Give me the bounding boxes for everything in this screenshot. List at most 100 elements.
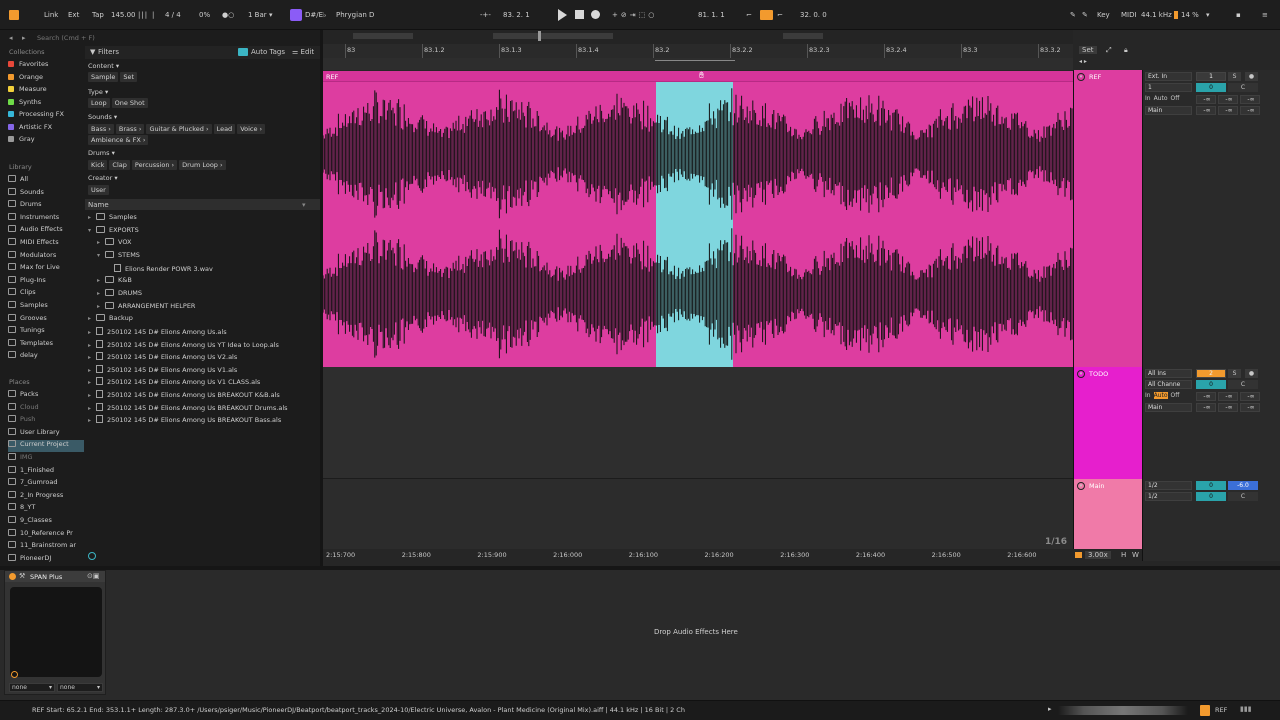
solo-button[interactable]: S — [1228, 369, 1241, 378]
library-item[interactable]: Instruments — [8, 212, 59, 225]
input-channel-select[interactable]: 1/2 — [1145, 492, 1192, 501]
track-fold-icon[interactable]: ▾ — [1077, 370, 1085, 378]
monitor-in-button[interactable]: In — [1145, 95, 1151, 102]
loop-length-field[interactable]: 32. 0. 0 — [800, 11, 827, 19]
input-type-select[interactable]: Ext. In — [1145, 72, 1192, 81]
track-name[interactable]: Main — [1089, 482, 1105, 490]
overview-strip[interactable] — [323, 30, 1073, 44]
monitor-off-button[interactable]: Off — [1171, 95, 1180, 102]
library-item[interactable]: Modulators — [8, 250, 56, 263]
library-item[interactable]: Clips — [8, 288, 36, 300]
filter-chip[interactable]: Kick — [88, 160, 108, 170]
tap-tempo-button[interactable]: Tap — [92, 11, 104, 19]
type-filter-label[interactable]: Type ▾ — [88, 88, 108, 96]
browser-tree-item[interactable]: ▾ EXPORTS — [88, 225, 139, 238]
place-item[interactable]: 9_Classes — [8, 516, 52, 528]
library-item[interactable]: Drums — [8, 200, 42, 212]
browser-tree-item[interactable]: ▸ 250102 145 D# Elions Among Us.als — [88, 326, 227, 339]
pan-field[interactable]: C — [1228, 492, 1258, 501]
place-item[interactable]: 2_In Progress — [8, 490, 63, 503]
punch-out-icon[interactable]: ⌐ — [777, 11, 783, 19]
filter-chip[interactable]: Clap — [109, 160, 130, 170]
quantize-menu[interactable]: 1 Bar — [248, 11, 267, 19]
library-item[interactable]: Tunings — [8, 326, 45, 338]
library-item[interactable]: Templates — [8, 338, 53, 351]
forward-icon[interactable]: ▸ — [22, 34, 26, 42]
column-options-icon[interactable]: ▾ — [302, 201, 306, 209]
beat-ruler[interactable]: 83 83.1.2 83.1.3 83.1.4 83.2 83.2.2 83.2.3 83.2… — [323, 44, 1073, 58]
browser-tree-item[interactable]: ▸ 250102 145 D# Elions Among Us YT Idea t… — [88, 339, 279, 352]
w-button[interactable]: W — [1132, 551, 1139, 559]
output-select[interactable]: Main — [1145, 106, 1192, 115]
collection-item[interactable]: Processing FX — [8, 110, 64, 122]
filter-chip[interactable]: User — [88, 185, 109, 195]
filter-chip[interactable]: Loop — [88, 98, 110, 108]
name-column-header[interactable] — [85, 199, 320, 210]
stop-icon[interactable] — [575, 10, 584, 19]
overview-position-marker[interactable] — [538, 31, 541, 41]
ext-sync-button[interactable]: Ext — [68, 11, 79, 19]
tempo-field[interactable]: 145.00 — [111, 11, 136, 19]
collection-item[interactable]: Gray — [8, 135, 35, 147]
punch-in-icon[interactable]: ⌐ — [746, 11, 752, 19]
collection-item[interactable]: Orange — [8, 73, 43, 85]
draw-mode-icon[interactable]: ✎ — [1070, 11, 1076, 19]
content-filter-label[interactable]: Content ▾ — [88, 62, 119, 70]
browser-tree-item[interactable]: Elions Render POWR 3.wav — [106, 263, 213, 276]
device-view[interactable] — [0, 570, 1280, 700]
record-icon[interactable] — [591, 10, 600, 19]
track-header[interactable]: ▾ Main — [1073, 479, 1143, 549]
browser-tree-item[interactable]: ▸ DRUMS — [97, 288, 142, 301]
browser-tree-item[interactable]: ▸ 250102 145 D# Elions Among Us BREAKOUT … — [88, 402, 288, 415]
link-button[interactable]: Link — [44, 11, 58, 19]
monitor-auto-button[interactable]: Auto — [1153, 392, 1168, 399]
place-item[interactable]: PioneerDJ — [8, 553, 51, 566]
filter-chip[interactable]: Brass › — [115, 124, 145, 134]
collection-item[interactable]: Artistic FX — [8, 123, 52, 135]
auto-tags-icon[interactable] — [238, 48, 248, 56]
auto-tags-button[interactable]: Auto Tags — [251, 48, 285, 56]
collection-item[interactable]: Measure — [8, 85, 47, 97]
arm-button[interactable]: ● — [1245, 72, 1258, 81]
track-name[interactable]: TODO — [1089, 370, 1108, 378]
place-item[interactable]: 1_Finished — [8, 465, 54, 478]
monitor-auto-button[interactable]: Auto — [1154, 95, 1168, 102]
h-button[interactable]: H — [1121, 551, 1126, 559]
input-type-select[interactable]: All Ins — [1145, 369, 1192, 378]
loop-bar[interactable] — [323, 58, 1073, 70]
place-item[interactable]: Packs — [8, 390, 38, 402]
volume-field[interactable]: 0 — [1196, 492, 1226, 501]
status-track-icon[interactable] — [1200, 705, 1210, 716]
browser-tree-item[interactable]: ▸ ARRANGEMENT HELPER — [97, 301, 195, 314]
filter-chip[interactable]: Drum Loop › — [179, 160, 226, 170]
loop-start-field[interactable]: 81. 1. 1 — [698, 11, 725, 19]
track-activator-button[interactable]: 1 — [1196, 72, 1226, 81]
collapsed-chevron-icon[interactable]: ▸ — [88, 329, 96, 336]
filter-chip[interactable]: Guitar & Plucked › — [146, 124, 212, 134]
menu-icon[interactable]: ≡ — [1262, 11, 1268, 19]
plugin-edit-icon[interactable] — [11, 671, 18, 678]
filter-chip[interactable]: Ambience & FX › — [88, 135, 149, 145]
browser-tree-item[interactable]: ▸ VOX — [97, 238, 132, 250]
browser-tree-item[interactable]: ▸ 250102 145 D# Elions Among Us BREAKOUT … — [88, 390, 280, 402]
wrench-icon[interactable]: ⚒ — [19, 572, 25, 580]
filter-chip[interactable]: Voice › — [237, 124, 266, 134]
midi-map-button[interactable]: MIDI — [1121, 11, 1137, 19]
plugin-display[interactable] — [10, 587, 102, 677]
key-map-button[interactable]: Key — [1097, 11, 1110, 19]
collapsed-chevron-icon[interactable]: ▸ — [88, 342, 96, 349]
track-activator-button[interactable]: 2 — [1196, 369, 1226, 378]
place-item[interactable]: Current Project — [8, 440, 84, 453]
send-knob[interactable]: -∞ — [1218, 403, 1238, 412]
song-position-field[interactable]: 83. 2. 1 — [503, 11, 530, 19]
zoom-level[interactable]: 3.00x — [1085, 551, 1111, 559]
collapsed-chevron-icon[interactable]: ▸ — [88, 214, 96, 221]
sidechain-select-b[interactable]: none ▾ — [57, 683, 103, 692]
browser-tree-item[interactable]: ▸ 250102 145 D# Elions Among Us V1 CLASS.… — [88, 377, 260, 389]
cpu-chevron-icon[interactable]: ▾ — [1206, 11, 1210, 19]
collapsed-chevron-icon[interactable]: ▸ — [97, 303, 105, 310]
lock-icon[interactable]: 🔒︎ — [1124, 46, 1128, 55]
scale-menu[interactable]: Phrygian D — [336, 11, 374, 19]
play-icon[interactable] — [558, 9, 567, 21]
input-channel-select[interactable]: 1 — [1145, 83, 1192, 92]
